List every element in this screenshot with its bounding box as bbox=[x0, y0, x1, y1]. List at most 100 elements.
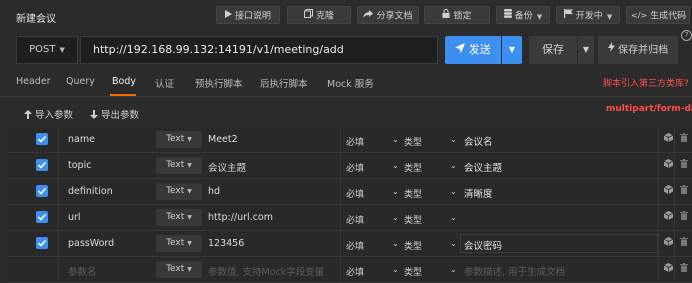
delete-icon[interactable] bbox=[680, 263, 688, 275]
save-dropdown[interactable]: ▼ bbox=[578, 36, 594, 64]
param-desc-input[interactable]: 会议主题 bbox=[464, 160, 502, 174]
tab-pre-script[interactable]: 预执行脚本 bbox=[195, 76, 243, 90]
param-value-input[interactable]: hd bbox=[208, 186, 220, 197]
mock-cube-icon[interactable] bbox=[663, 133, 674, 145]
save-and-archive-button[interactable]: 保存并归档 bbox=[598, 36, 678, 64]
param-value-input[interactable]: 参数值, 支持Mock字段变量 bbox=[208, 264, 324, 278]
copy-icon bbox=[303, 7, 313, 25]
mock-cube-icon[interactable] bbox=[663, 263, 674, 275]
tab-mock[interactable]: Mock 服务 bbox=[327, 76, 374, 90]
param-name-input[interactable]: name bbox=[68, 134, 95, 145]
chevron-down-icon[interactable]: ⌄ bbox=[392, 213, 399, 222]
required-select[interactable]: 必填 bbox=[346, 239, 364, 252]
method-select[interactable]: POST ▼ bbox=[16, 36, 78, 64]
chevron-down-icon[interactable]: ⌄ bbox=[450, 135, 457, 144]
codegen-button[interactable]: </> 生成代码 bbox=[626, 6, 690, 24]
export-params-button[interactable]: 导出参数 bbox=[90, 107, 139, 122]
param-name-input[interactable]: 参数名 bbox=[68, 264, 97, 278]
required-select[interactable]: 必填 bbox=[346, 187, 364, 200]
delete-icon[interactable] bbox=[680, 211, 688, 223]
row-checkbox[interactable] bbox=[36, 237, 48, 249]
required-select[interactable]: 必填 bbox=[346, 161, 364, 174]
param-value-input[interactable]: http://url.com bbox=[208, 212, 273, 223]
field-type-select[interactable]: 类型 bbox=[404, 187, 422, 200]
tab-query[interactable]: Query bbox=[66, 76, 95, 87]
share-doc-button[interactable]: 分享文档 bbox=[357, 6, 419, 24]
status-dropdown[interactable]: 开发中 ▼ bbox=[556, 6, 620, 24]
delete-icon[interactable] bbox=[680, 159, 688, 171]
send-dropdown[interactable]: ▼ bbox=[502, 36, 522, 64]
param-value-input[interactable]: Meet2 bbox=[208, 134, 238, 145]
row-checkbox[interactable] bbox=[36, 159, 48, 171]
field-type-select[interactable]: 类型 bbox=[404, 161, 422, 174]
param-desc-input[interactable]: 参数描述, 用于生成文档 bbox=[464, 264, 565, 278]
api-doc-button[interactable]: 接口说明 bbox=[216, 6, 280, 24]
chevron-down-icon[interactable]: ⌄ bbox=[392, 239, 399, 248]
chevron-down-icon[interactable]: ⌄ bbox=[450, 239, 457, 248]
param-type-select[interactable]: Text ▼ bbox=[156, 131, 202, 148]
required-select[interactable]: 必填 bbox=[346, 135, 364, 148]
param-value-input[interactable]: 会议主题 bbox=[208, 160, 246, 174]
param-name-input[interactable]: passWord bbox=[68, 238, 114, 249]
request-tabs: Header Query Body 认证 预执行脚本 后执行脚本 Mock 服务 bbox=[0, 68, 692, 97]
row-checkbox[interactable] bbox=[36, 263, 48, 275]
table-row: name Text ▼ Meet2 必填 ⌄ 类型 ⌄ 会议名 bbox=[8, 127, 692, 153]
param-type-select[interactable]: Text ▼ bbox=[156, 209, 202, 226]
mock-cube-icon[interactable] bbox=[663, 211, 674, 223]
chevron-down-icon[interactable]: ⌄ bbox=[450, 213, 457, 222]
table-row: url Text ▼ http://url.com 必填 ⌄ 类型 ⌄ bbox=[8, 205, 692, 231]
param-type-select[interactable]: Text ▼ bbox=[156, 183, 202, 200]
mock-cube-icon[interactable] bbox=[663, 185, 674, 197]
field-type-select[interactable]: 类型 bbox=[404, 239, 422, 252]
content-type-label[interactable]: multipart/form-data bbox=[606, 104, 692, 114]
param-type-select[interactable]: Text ▼ bbox=[156, 235, 202, 252]
lock-button[interactable]: 锁定 bbox=[424, 6, 490, 24]
chevron-down-icon[interactable]: ⌄ bbox=[450, 187, 457, 196]
param-value-input[interactable]: 123456 bbox=[208, 238, 244, 249]
chevron-down-icon[interactable]: ⌄ bbox=[392, 265, 399, 274]
send-button[interactable]: 发送 bbox=[445, 36, 501, 64]
code-icon: </> bbox=[631, 11, 648, 20]
column-divider bbox=[674, 231, 675, 256]
delete-icon[interactable] bbox=[680, 185, 688, 197]
param-desc-input[interactable]: 清晰度 bbox=[464, 186, 493, 200]
delete-icon[interactable] bbox=[680, 237, 688, 249]
column-divider bbox=[658, 231, 659, 256]
delete-icon[interactable] bbox=[680, 133, 688, 145]
field-type-select[interactable]: 类型 bbox=[404, 213, 422, 226]
param-type-select[interactable]: Text ▼ bbox=[156, 261, 202, 278]
help-icon[interactable]: ? bbox=[681, 30, 692, 41]
param-name-input[interactable]: url bbox=[68, 212, 81, 223]
clone-button[interactable]: 克隆 bbox=[287, 6, 351, 24]
mock-cube-icon[interactable] bbox=[663, 159, 674, 171]
script-library-link[interactable]: 脚本引入第三方类库? bbox=[603, 76, 689, 89]
tab-header[interactable]: Header bbox=[16, 76, 51, 87]
param-desc-input[interactable]: 会议密码 bbox=[464, 238, 502, 252]
chevron-down-icon[interactable]: ⌄ bbox=[392, 135, 399, 144]
row-checkbox[interactable] bbox=[36, 211, 48, 223]
row-checkbox[interactable] bbox=[36, 185, 48, 197]
checkmark-icon bbox=[37, 213, 47, 221]
url-input[interactable]: http://192.168.99.132:14191/v1/meeting/a… bbox=[80, 36, 438, 64]
required-select[interactable]: 必填 bbox=[346, 265, 364, 278]
tab-post-script[interactable]: 后执行脚本 bbox=[260, 76, 308, 90]
save-button[interactable]: 保存 bbox=[529, 36, 577, 64]
mock-cube-icon[interactable] bbox=[663, 237, 674, 249]
field-type-select[interactable]: 类型 bbox=[404, 265, 422, 278]
tab-auth[interactable]: 认证 bbox=[155, 76, 174, 90]
column-divider bbox=[674, 127, 675, 152]
import-params-button[interactable]: 导入参数 bbox=[24, 107, 73, 122]
backup-dropdown[interactable]: 备份 ▼ bbox=[496, 6, 550, 24]
field-type-select[interactable]: 类型 bbox=[404, 135, 422, 148]
param-type-select[interactable]: Text ▼ bbox=[156, 157, 202, 174]
chevron-down-icon[interactable]: ⌄ bbox=[450, 265, 457, 274]
param-name-input[interactable]: definition bbox=[68, 186, 113, 197]
chevron-down-icon[interactable]: ⌄ bbox=[392, 161, 399, 170]
tab-body[interactable]: Body bbox=[112, 76, 136, 87]
required-select[interactable]: 必填 bbox=[346, 213, 364, 226]
row-checkbox[interactable] bbox=[36, 133, 48, 145]
chevron-down-icon[interactable]: ⌄ bbox=[450, 161, 457, 170]
param-desc-input[interactable]: 会议名 bbox=[464, 134, 493, 148]
chevron-down-icon[interactable]: ⌄ bbox=[392, 187, 399, 196]
param-name-input[interactable]: topic bbox=[68, 160, 91, 171]
